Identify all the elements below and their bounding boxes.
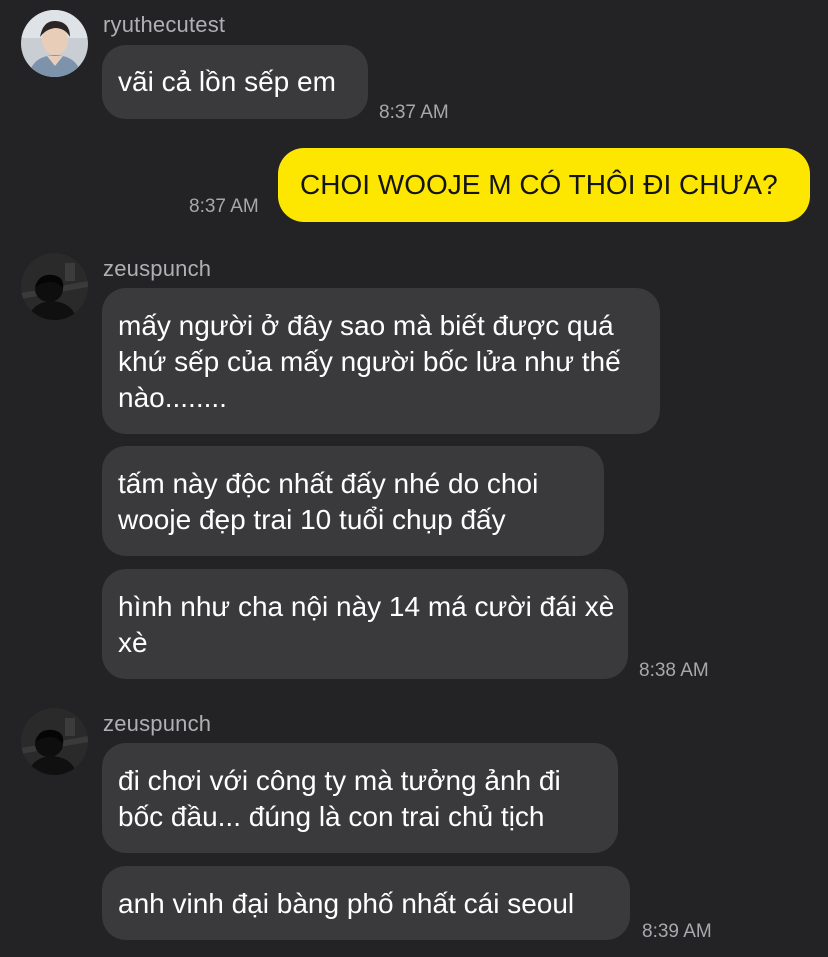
outgoing-message-bubble[interactable]: CHOI WOOJE M CÓ THÔI ĐI CHƯA? (278, 148, 810, 222)
message-bubble[interactable]: anh vinh đại bàng phố nhất cái seoul (102, 866, 630, 940)
avatar-ryuthecutest[interactable] (21, 10, 88, 77)
message-bubble[interactable]: mấy người ở đây sao mà biết được quá khứ… (102, 288, 660, 434)
message-bubble[interactable]: vãi cả lồn sếp em (102, 45, 368, 119)
message-text: anh vinh đại bàng phố nhất cái seoul (118, 888, 575, 919)
message-bubble[interactable]: tấm này độc nhất đấy nhé do choi wooje đ… (102, 446, 604, 556)
message-text: vãi cả lồn sếp em (118, 66, 336, 97)
avatar-zeuspunch[interactable] (21, 708, 88, 775)
timestamp: 8:39 AM (642, 921, 712, 942)
sender-name: zeuspunch (103, 256, 212, 281)
timestamp: 8:37 AM (379, 102, 449, 123)
message-text: đi chơi với công ty mà tưởng ảnh đi bốc … (118, 765, 561, 832)
sender-name: zeuspunch (103, 711, 212, 736)
message-text: CHOI WOOJE M CÓ THÔI ĐI CHƯA? (300, 169, 778, 200)
message-bubble[interactable]: đi chơi với công ty mà tưởng ảnh đi bốc … (102, 743, 618, 853)
message-text: tấm này độc nhất đấy nhé do choi wooje đ… (118, 468, 539, 535)
sender-name: ryuthecutest (103, 12, 226, 37)
message-bubble[interactable]: hình như cha nội này 14 má cười đái xè x… (102, 569, 628, 679)
timestamp: 8:38 AM (639, 660, 709, 681)
timestamp: 8:37 AM (189, 196, 259, 217)
message-text: hình như cha nội này 14 má cười đái xè x… (118, 591, 615, 658)
message-text: mấy người ở đây sao mà biết được quá khứ… (118, 310, 621, 413)
avatar-zeuspunch[interactable] (21, 253, 88, 320)
